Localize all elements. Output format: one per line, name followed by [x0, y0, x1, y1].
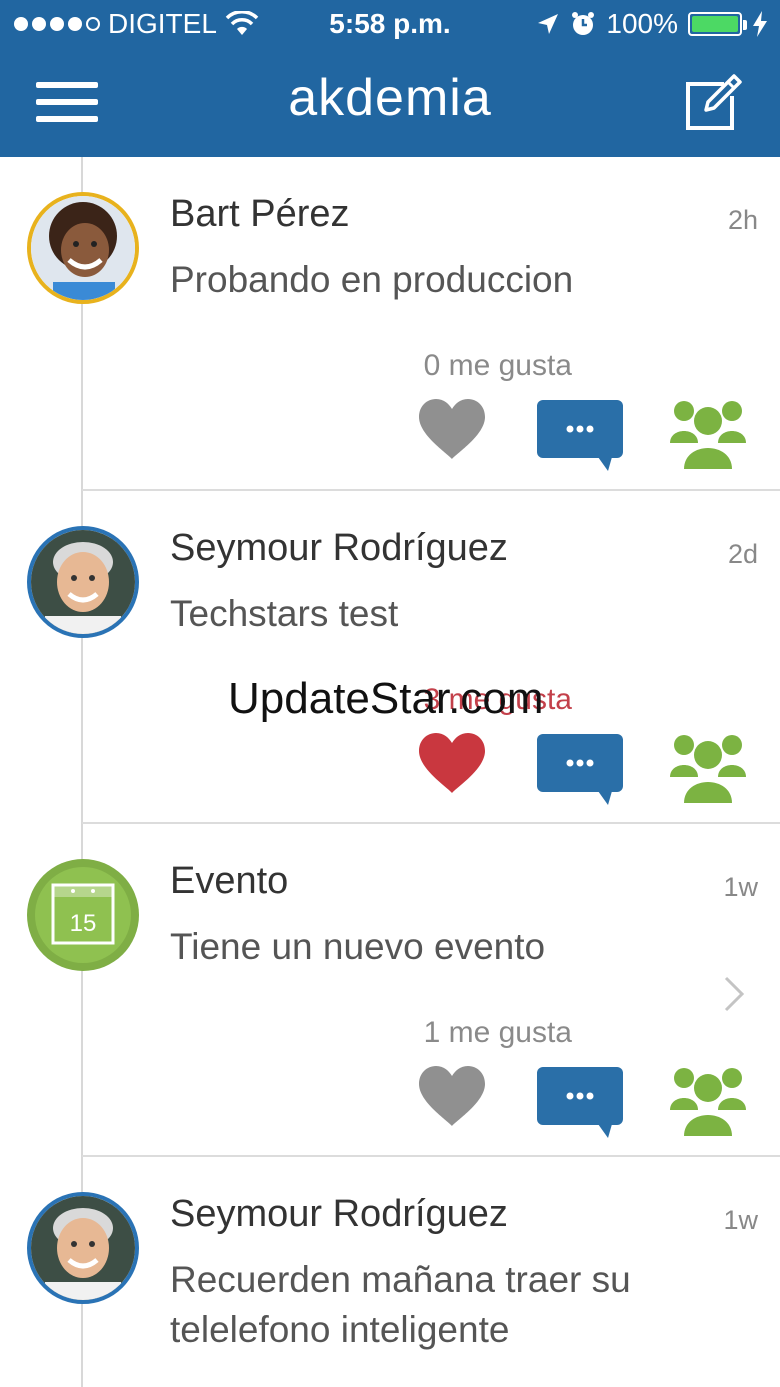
- group-audience-icon[interactable]: [670, 731, 746, 805]
- group-audience-icon[interactable]: [670, 1064, 746, 1138]
- feed-post[interactable]: Seymour Rodríguez 1w Recuerden mañana tr…: [0, 1157, 780, 1387]
- post-message: Recuerden mañana traer su telelefono int…: [170, 1259, 631, 1350]
- battery-icon: [688, 12, 747, 36]
- status-right: 100%: [536, 8, 768, 40]
- post-time: 2d: [727, 539, 758, 569]
- comment-bubble-icon[interactable]: [536, 1066, 624, 1140]
- like-heart-icon[interactable]: [417, 1064, 487, 1128]
- post-time: 2h: [727, 205, 758, 235]
- status-bar: DIGITEL 5:58 p.m. 100%: [0, 0, 780, 50]
- app-header: DIGITEL 5:58 p.m. 100% akdemia: [0, 0, 780, 157]
- avatar[interactable]: [27, 1192, 139, 1304]
- likes-count: 0 me gusta: [423, 349, 572, 382]
- child-avatar-photo: [31, 196, 135, 300]
- app-title: akdemia: [288, 69, 492, 127]
- like-heart-icon[interactable]: [417, 397, 487, 461]
- likes-count: 1 me gusta: [423, 1016, 572, 1049]
- chevron-right-icon[interactable]: [722, 974, 746, 1014]
- avatar[interactable]: [27, 192, 139, 304]
- avatar[interactable]: [27, 526, 139, 638]
- post-message: Tiene un nuevo evento: [170, 926, 546, 967]
- comment-bubble-icon[interactable]: [536, 733, 624, 807]
- feed-post[interactable]: 15 Evento 1w Tiene un nuevo evento 1 me …: [0, 824, 780, 1157]
- post-message: Probando en produccion: [170, 259, 574, 300]
- post-author[interactable]: Seymour Rodríguez: [170, 527, 508, 570]
- post-time: 1w: [723, 1205, 758, 1235]
- nav-bar: akdemia: [0, 50, 780, 157]
- compose-icon[interactable]: [684, 72, 744, 132]
- like-heart-icon[interactable]: [417, 731, 487, 795]
- watermark-text: UpdateStar.com: [228, 674, 544, 723]
- location-arrow-icon: [538, 14, 559, 34]
- group-audience-icon[interactable]: [670, 397, 746, 471]
- post-message: Techstars test: [170, 593, 399, 634]
- calendar-day: 15: [70, 910, 97, 937]
- activity-feed[interactable]: Bart Pérez 2h Probando en produccion 0 m…: [0, 157, 780, 1387]
- post-author[interactable]: Bart Pérez: [170, 193, 350, 236]
- comment-bubble-icon[interactable]: [536, 399, 624, 473]
- post-time: 1w: [723, 872, 758, 902]
- alarm-clock-icon: [572, 12, 595, 35]
- teacher-avatar-photo: [31, 1196, 135, 1300]
- post-author[interactable]: Seymour Rodríguez: [170, 1193, 508, 1236]
- post-author[interactable]: Evento: [170, 860, 288, 903]
- event-avatar[interactable]: 15: [27, 859, 139, 971]
- feed-post[interactable]: Seymour Rodríguez 2d Techstars test 3 me…: [0, 491, 780, 824]
- teacher-avatar-photo: [31, 530, 135, 634]
- charging-bolt-icon: [753, 11, 767, 37]
- battery-percent: 100%: [606, 8, 678, 39]
- feed-post[interactable]: Bart Pérez 2h Probando en produccion 0 m…: [0, 157, 780, 491]
- calendar-icon: 15: [35, 867, 131, 963]
